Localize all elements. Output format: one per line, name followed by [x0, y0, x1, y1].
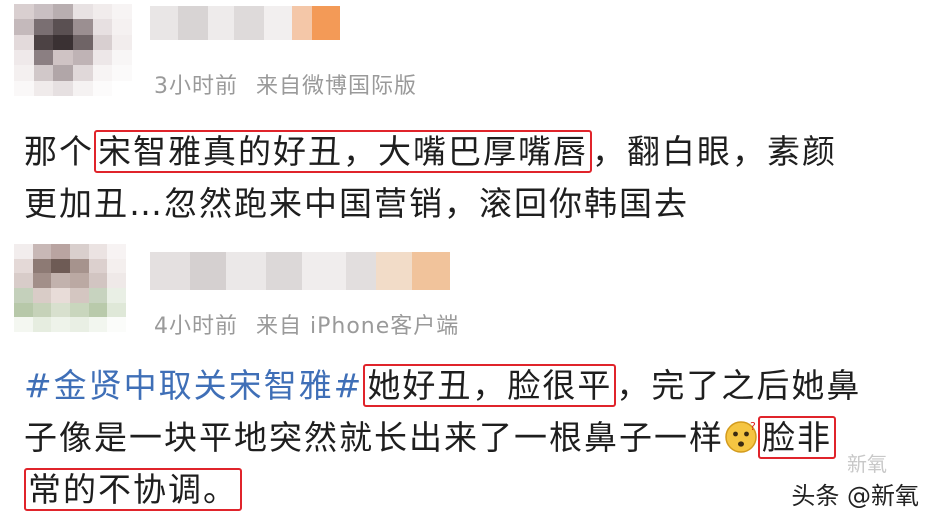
comment-source: 来自 iPhone客户端 [256, 314, 460, 339]
text-line: 子像是一块平地突然就长出来了一根鼻子一样 ? 脸非 [24, 412, 861, 464]
thinking-face-icon: ? [725, 420, 758, 453]
comment-text: #金贤中取关宋智雅# 她好丑，脸很平 ，完了之后她鼻 子像是一块平地突然就长出来了一… [24, 360, 861, 516]
avatar[interactable] [14, 244, 126, 332]
comment-meta: 3小时前 来自微博国际版 [154, 68, 417, 100]
text-segment: ，完了之后她鼻 [616, 366, 862, 405]
comment-meta: 4小时前 来自 iPhone客户端 [154, 308, 459, 340]
comment-text: 那个 宋智雅真的好丑，大嘴巴厚嘴唇 ，翻白眼，素颜 更加丑…忽然跑来中国营销，滚回你… [24, 126, 837, 230]
hashtag-link[interactable]: #金贤中取关宋智雅# [24, 366, 363, 405]
text-segment: 子像是一块平地突然就长出来了一根鼻子一样 [24, 418, 724, 457]
svg-text:?: ? [750, 420, 758, 433]
highlight-box: 常的不协调。 [24, 468, 242, 511]
text-line: 常的不协调。 [24, 464, 861, 516]
highlight-box: 她好丑，脸很平 [363, 364, 617, 407]
username-blurred[interactable] [150, 6, 340, 40]
watermark-text: 头条 @新氧 [791, 482, 919, 510]
highlight-box: 脸非 [758, 416, 836, 459]
text-segment: ，翻白眼，素颜 [592, 132, 837, 171]
text-segment: 那个 [24, 132, 94, 171]
text-line: 更加丑…忽然跑来中国营销，滚回你韩国去 [24, 178, 837, 230]
highlight-box: 宋智雅真的好丑，大嘴巴厚嘴唇 [94, 130, 592, 173]
comment-time: 3小时前 [154, 74, 238, 99]
username-blurred[interactable] [150, 252, 450, 290]
text-line: #金贤中取关宋智雅# 她好丑，脸很平 ，完了之后她鼻 [24, 360, 861, 412]
comment-source: 来自微博国际版 [256, 74, 418, 99]
screenshot-page: 3小时前 来自微博国际版 那个 宋智雅真的好丑，大嘴巴厚嘴唇 ，翻白眼，素颜 更加丑…… [0, 0, 935, 521]
text-line: 那个 宋智雅真的好丑，大嘴巴厚嘴唇 ，翻白眼，素颜 [24, 126, 837, 178]
comment-time: 4小时前 [154, 314, 238, 339]
text-segment: 更加丑…忽然跑来中国营销，滚回你韩国去 [24, 184, 689, 223]
watermark-faint: 新氧 [847, 452, 887, 476]
watermark: 头条 @新氧 [791, 476, 919, 511]
avatar[interactable] [14, 4, 132, 96]
